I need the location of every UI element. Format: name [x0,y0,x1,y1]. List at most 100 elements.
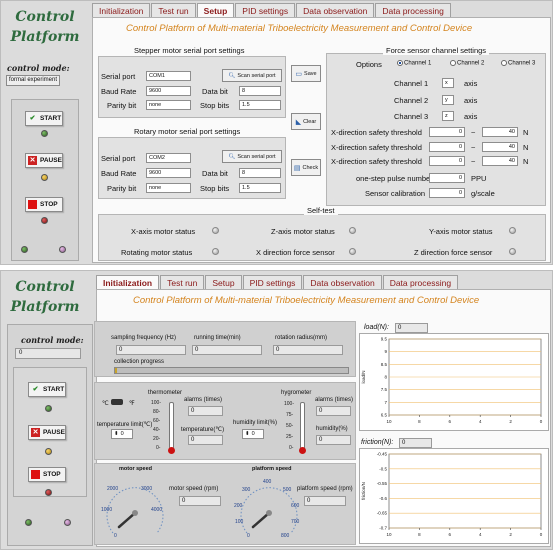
self-test-title: Self-test [304,206,338,215]
tab-data-processing[interactable]: Data processing [382,275,459,289]
thermometer-tube [169,402,174,449]
radio-selected-icon [397,60,403,66]
humidity-limit-field[interactable]: ⬍ 0 [242,429,264,439]
temperature-label: temperature(℃) [181,427,225,433]
channel-2-field[interactable]: y [442,95,454,105]
motor-gauge-hub [132,510,138,516]
temperature-limit-label: temperature limit(℃) [97,422,153,428]
rotary-stop-bits-label: Stop bits [200,184,230,193]
motor-tick-4000: 4000 [151,507,162,513]
tab-data-observation[interactable]: Data observation [303,275,382,289]
tab-initialization[interactable]: Initialization [96,275,160,289]
tab-setup[interactable]: Setup [205,275,242,289]
tab-setup[interactable]: Setup [196,3,235,17]
running-time-display: 0 [192,345,262,355]
control-mode-value[interactable]: 0 [15,348,81,359]
tab-pid-settings[interactable]: PID settings [242,275,303,289]
rotary-data-bit-field[interactable]: 8 [239,168,281,178]
control-mode-value[interactable]: formal experiment [6,75,61,86]
stepper-stop-bits-field[interactable]: 1.5 [239,100,281,110]
pause-x-icon: ✕ [28,156,37,165]
save-button[interactable]: ▭ Save [291,65,321,82]
thermo-tick: 100- [151,400,162,406]
page-header: Control Platform of Multi-material Tribo… [126,23,473,34]
stepper-scan-button[interactable]: 🔍︎ Scan serial port [222,69,282,82]
rotating-motor-status-label: Rotating motor status [121,248,193,257]
threshold-2-min[interactable]: 0 [429,142,465,152]
radio-channel-1[interactable]: Channel 1 [397,60,431,67]
channel-3-field[interactable]: z [442,111,454,121]
channel-2-label: Channel 2 [394,96,429,105]
pause-x-icon: ✕ [31,428,40,437]
running-time-label: running time(min) [194,335,241,341]
stop-button[interactable]: STOP [25,197,63,212]
status-led-left [21,246,28,253]
bottom-tab-bar: Initialization Test run Setup PID settin… [96,275,459,289]
pause-button[interactable]: ✕ PAUSE [28,425,66,440]
sensor-calibration-field[interactable]: 0 [429,188,465,198]
clear-button[interactable]: ◣ Clear [291,113,321,130]
pause-button[interactable]: ✕ PAUSE [25,153,63,168]
rotary-serial-port-field[interactable]: COM2 [146,153,191,163]
unit-toggle-switch[interactable] [111,399,123,405]
start-button[interactable]: ✔ START [28,382,66,397]
pause-label: PAUSE [43,429,65,436]
tab-initialization[interactable]: Initialization [92,3,151,17]
tab-data-processing[interactable]: Data processing [375,3,451,17]
page-header: Control Platform of Multi-material Tribo… [133,295,480,306]
tab-test-run[interactable]: Test run [151,3,196,17]
rotary-scan-button[interactable]: 🔍︎ Scan serial port [222,150,282,163]
rotary-serial-port-label: Serial port [101,154,136,163]
tab-test-run[interactable]: Test run [160,275,205,289]
temperature-limit-field[interactable]: ⬍ 0 [111,429,133,439]
threshold-2-sep: ~ [471,143,476,152]
friction-ytick: -0.45 [377,452,388,457]
spinner-icon: ⬍ [245,431,250,437]
save-icon: ▭ [295,70,303,78]
tab-data-observation[interactable]: Data observation [296,3,375,17]
tab-pid-settings[interactable]: PID settings [235,3,296,17]
stop-button[interactable]: STOP [28,467,66,482]
stepper-data-bit-field[interactable]: 8 [239,86,281,96]
pause-indicator [41,174,48,181]
channel-1-field[interactable]: x [442,78,454,88]
friction-xtick: 10 [386,532,392,537]
stepper-serial-port-field[interactable]: COM1 [146,71,191,81]
load-xtick: 4 [479,419,482,424]
magnifier-icon: 🔍︎ [228,153,236,160]
motor-tick-0: 0 [114,533,117,539]
x-axis-motor-status-label: X-axis motor status [131,227,196,236]
threshold-3-min[interactable]: 0 [429,156,465,166]
check-button[interactable]: ▤ Check [291,159,321,176]
threshold-1-unit: N [523,128,529,137]
radio-channel-3[interactable]: Channel 3 [501,60,535,67]
rotary-parity-field[interactable]: none [146,183,191,193]
motor-speed-display: 0 [179,496,221,506]
threshold-2-max[interactable]: 40 [482,142,518,152]
start-button[interactable]: ✔ START [25,111,63,126]
motor-tick-1000: 1000 [101,507,112,513]
thermo-tick: 40- [153,427,161,433]
threshold-1-max[interactable]: 40 [482,127,518,137]
pulse-number-field[interactable]: 0 [429,173,465,183]
save-label: Save [304,70,317,77]
app-logo: Control Platform [5,7,85,47]
rotary-stop-bits-field[interactable]: 1.5 [239,183,281,193]
logo-line-1: Control [15,9,75,25]
load-xtick: 8 [418,419,421,424]
friction-chart: -0.45 -0.5 -0.55 -0.6 -0.65 -0.710 8 6 4 2 0 fricti… [361,452,543,538]
collection-progress-label: collection progress [114,359,165,365]
rotary-baud-field[interactable]: 9600 [146,168,191,178]
radio-channel-2[interactable]: Channel 2 [450,60,484,67]
stepper-baud-field[interactable]: 9600 [146,86,191,96]
stepper-parity-field[interactable]: none [146,100,191,110]
clear-label: Clear [303,118,317,125]
stop-label: STOP [43,471,61,478]
threshold-3-max[interactable]: 40 [482,156,518,166]
threshold-1-min[interactable]: 0 [429,127,465,137]
platform-tick-800: 800 [281,533,290,539]
friction-label: friction(N): [361,439,394,446]
radio-channel-1-label: Channel 1 [404,60,432,67]
platform-tick-100: 100 [235,519,244,525]
friction-ytick: -0.65 [377,511,388,516]
